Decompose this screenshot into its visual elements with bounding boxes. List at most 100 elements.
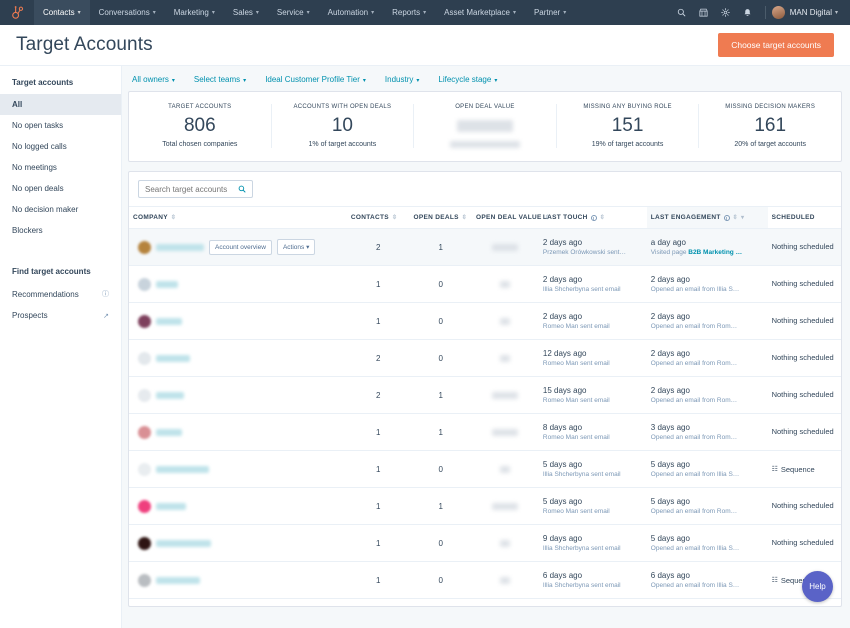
last-engagement-time: a day ago [650, 237, 686, 247]
marketplace-icon[interactable] [693, 0, 715, 25]
sort-icon[interactable]: ⇳ [462, 215, 467, 221]
company-name-redacted[interactable] [156, 317, 182, 325]
sequence-status[interactable]: ☷ Sequence [772, 465, 837, 474]
table-row[interactable]: 118 days ago Romeo Man sent email 3 days a… [129, 413, 841, 452]
filter-all-owners[interactable]: All owners ▾ [132, 75, 175, 84]
last-engagement-detail: Opened an email from Rom… [650, 322, 738, 330]
table-row[interactable]: 2 0 12 days ago Romeo Man sent email 2 days … [129, 339, 841, 378]
table-row[interactable]: 2 1 15 days ago Romeo Man sent email 2 days … [129, 376, 841, 415]
sidebar-item-all[interactable]: All [0, 94, 121, 115]
table-row[interactable]: Account overview Actions ▾ 2 1 2 days ago Prz… [129, 228, 841, 267]
cell-company [129, 413, 347, 452]
stat-card: MISSING DECISION MAKERS 161 20% of target … [699, 104, 841, 148]
sort-icon[interactable]: ⇳ [392, 215, 397, 221]
company-avatar [138, 499, 151, 513]
sidebar-item-no-open-tasks[interactable]: No open tasks [0, 115, 121, 136]
column-header-contacts[interactable]: CONTACTS ⇳ [346, 206, 410, 230]
nav-item-reports[interactable]: Reports ▾ [383, 0, 435, 25]
nav-item-conversations[interactable]: Conversations ▾ [90, 0, 165, 25]
cell-last-touch: 6 days ago Illia Shcherbyna sent email [538, 561, 647, 600]
sidebar-section-target-accounts: Target accounts [12, 78, 74, 87]
sidebar-item-no-open-deals[interactable]: No open deals [0, 178, 121, 199]
filter-industry[interactable]: Industry ▾ [385, 75, 419, 84]
main-menu: Contacts ▾ Conversations ▾ Marketing ▾ Sales ▾ S… [34, 0, 575, 25]
table-row[interactable]: 102 days ago Illia Shcherbyna sent email 2… [129, 265, 841, 304]
nav-item-label: Partner [533, 8, 561, 17]
nav-item-service[interactable]: Service ▾ [268, 0, 319, 25]
company-name-redacted[interactable] [156, 354, 190, 362]
cell-scheduled: Nothing scheduled [767, 524, 841, 563]
sidebar-item-prospects[interactable]: Prospects ↗ [0, 305, 121, 326]
sidebar-item-label: Recommendations [12, 289, 79, 299]
cell-company: Account overview Actions ▾ [129, 228, 347, 267]
table-row[interactable]: 109 days ago Illia Shcherbyna sent email 5… [129, 524, 841, 563]
cell-open-deal-value [472, 413, 539, 452]
search-icon[interactable] [671, 0, 693, 25]
company-name-redacted[interactable] [156, 576, 200, 584]
search-input[interactable] [145, 184, 236, 194]
company-name-redacted[interactable] [156, 428, 182, 436]
nav-item-contacts[interactable]: Contacts ▾ [34, 0, 90, 25]
nav-item-marketing[interactable]: Marketing ▾ [165, 0, 224, 25]
nav-item-sales[interactable]: Sales ▾ [224, 0, 268, 25]
sidebar-tool-list: Recommendations ⓘ Prospects ↗ [0, 283, 121, 326]
sort-icon[interactable]: ⇳ [600, 215, 605, 221]
sidebar-item-recommendations[interactable]: Recommendations ⓘ [0, 283, 121, 305]
info-icon[interactable]: i [590, 214, 597, 221]
nav-item-asset-marketplace[interactable]: Asset Marketplace ▾ [435, 0, 525, 25]
scheduled-status: Nothing scheduled [771, 538, 834, 548]
company-name-redacted[interactable] [156, 280, 178, 288]
last-touch-time: 5 days ago [542, 459, 583, 469]
company-avatar [138, 388, 151, 402]
column-header-last-engagement[interactable]: LAST ENGAGEMENT i ⇳ ▾ [646, 206, 768, 230]
settings-gear-icon[interactable] [715, 0, 737, 25]
nav-item-automation[interactable]: Automation ▾ [319, 0, 383, 25]
company-name-redacted[interactable] [156, 391, 184, 399]
cell-scheduled: Nothing scheduled [767, 302, 841, 341]
last-touch-time: 15 days ago [542, 385, 587, 395]
nav-item-partner[interactable]: Partner ▾ [525, 0, 575, 25]
search-box[interactable] [138, 180, 253, 199]
cell-scheduled: ☷ Sequence [767, 450, 841, 489]
cell-last-touch: 12 days ago Romeo Man sent email [538, 339, 647, 378]
column-header-open-deal-value[interactable]: OPEN DEAL VALUE⇳ [472, 206, 550, 230]
account-menu[interactable]: MAN Digital ▾ [790, 8, 842, 17]
column-header-company[interactable]: COMPANY ⇳ [129, 206, 347, 230]
hubspot-sprocket-icon[interactable] [0, 0, 34, 25]
search-icon[interactable] [238, 180, 246, 198]
company-name-redacted[interactable] [156, 539, 211, 547]
info-icon[interactable]: i [723, 214, 730, 221]
user-avatar[interactable] [771, 6, 785, 19]
choose-target-accounts-button[interactable]: Choose target accounts [718, 33, 834, 57]
filter-select-teams[interactable]: Select teams ▾ [194, 75, 246, 84]
sidebar-item-no-decision-maker[interactable]: No decision maker [0, 199, 121, 220]
company-name-redacted[interactable] [156, 465, 209, 473]
chevron-down-icon: ▾ [77, 10, 81, 16]
notifications-bell-icon[interactable] [737, 0, 759, 25]
table-row[interactable]: 115 days ago Romeo Man sent email 5 days a… [129, 487, 841, 526]
engagement-page-link[interactable]: B2B Marketing … [688, 249, 742, 256]
table-row[interactable]: 106 days ago Illia Shcherbyna sent email 6… [129, 561, 841, 600]
page-body: Target accounts All No open tasks No logge… [0, 66, 850, 628]
column-header-open-deals[interactable]: OPEN DEALS ⇳ [409, 206, 473, 230]
sidebar-item-no-meetings[interactable]: No meetings [0, 157, 121, 178]
sort-icon[interactable]: ⇳ [733, 215, 738, 221]
sort-icon[interactable]: ⇳ [171, 215, 176, 221]
filter-ideal-customer-profile-tier[interactable]: Ideal Customer Profile Tier ▾ [265, 75, 366, 84]
table-row[interactable]: 105 days ago Illia Shcherbyna sent email 5… [129, 450, 841, 489]
filter-lifecycle-stage[interactable]: Lifecycle stage ▾ [438, 75, 497, 84]
sidebar-item-blockers[interactable]: Blockers [0, 220, 121, 241]
column-header-scheduled[interactable]: SCHEDULED [767, 206, 841, 230]
company-name-redacted[interactable] [156, 243, 204, 251]
table-row[interactable]: 102 days ago Romeo Man sent email 2 days a… [129, 302, 841, 341]
sidebar-view-list: All No open tasks No logged calls No meetin… [0, 94, 121, 241]
company-name-redacted[interactable] [156, 502, 186, 510]
column-header-last-touch[interactable]: LAST TOUCH i ⇳ [538, 206, 647, 230]
stat-label: TARGET ACCOUNTS [168, 104, 232, 110]
sort-desc-icon[interactable]: ▾ [741, 215, 744, 221]
account-overview-button[interactable]: Account overview [209, 239, 272, 255]
info-icon[interactable]: ⓘ [102, 289, 109, 299]
actions-button[interactable]: Actions ▾ [276, 239, 316, 256]
sidebar-item-no-logged-calls[interactable]: No logged calls [0, 136, 121, 157]
external-link-icon[interactable]: ↗ [103, 312, 109, 320]
